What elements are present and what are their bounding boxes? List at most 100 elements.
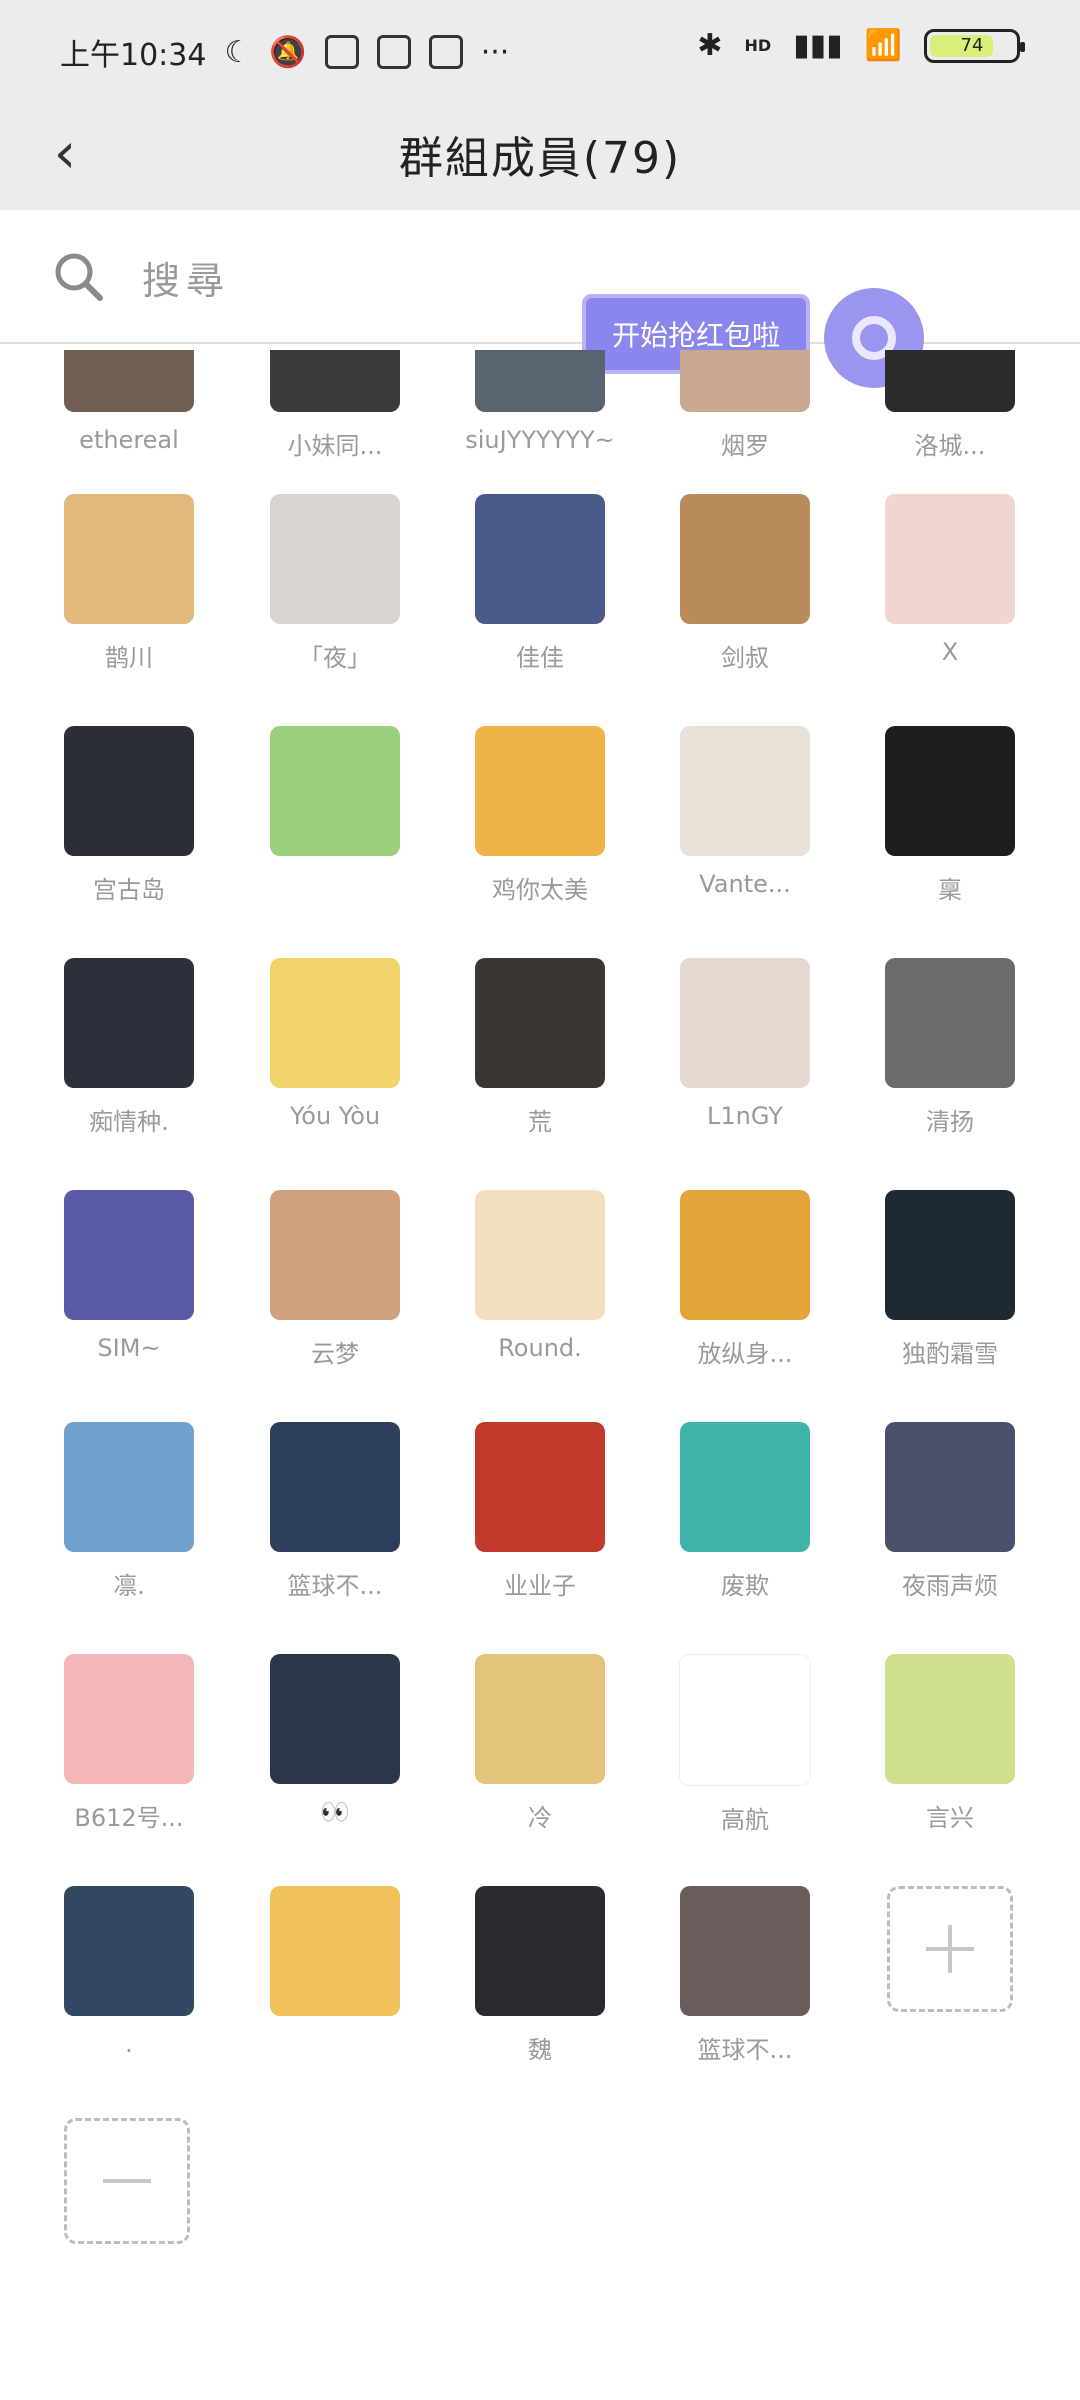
avatar xyxy=(64,1190,194,1320)
member-name: 洛城... xyxy=(914,432,986,460)
member-item[interactable] xyxy=(260,1886,410,2030)
avatar xyxy=(270,1422,400,1552)
signal-hd-label: HD xyxy=(744,36,772,55)
avatar xyxy=(475,726,605,856)
member-item[interactable]: 篮球不... xyxy=(260,1422,410,1601)
avatar xyxy=(270,1654,400,1784)
member-item[interactable]: 篮球不... xyxy=(670,1886,820,2065)
member-name: 高航 xyxy=(721,1806,769,1834)
app-notification-icon xyxy=(376,35,411,69)
member-name: 篮球不... xyxy=(697,2036,793,2064)
member-item[interactable]: 清扬 xyxy=(875,958,1025,1137)
remove-member-button[interactable] xyxy=(64,2118,190,2244)
member-item[interactable]: 凛. xyxy=(54,1422,204,1601)
member-item[interactable]: 荒 xyxy=(465,958,615,1137)
member-name: 「夜」 xyxy=(299,644,371,672)
avatar xyxy=(680,1886,810,2016)
avatar xyxy=(475,1422,605,1552)
search-icon xyxy=(55,253,103,301)
plus-icon xyxy=(926,1925,974,1973)
status-bar: 上午10:34 ☾ 🔕 ··· ✱ HD ▮▮▮ 📶 74 xyxy=(0,0,1080,100)
member-name: 废欺 xyxy=(721,1572,769,1600)
member-item[interactable]: 业业子 xyxy=(465,1422,615,1601)
member-item[interactable]: 稟 xyxy=(875,726,1025,905)
member-item[interactable]: 小妹同... xyxy=(260,350,410,461)
member-item[interactable]: B612号... xyxy=(54,1654,204,1833)
status-time: 上午10:34 xyxy=(60,38,207,73)
member-name: 清扬 xyxy=(926,1108,974,1136)
member-name: 凛. xyxy=(113,1572,145,1600)
member-item[interactable]: ethereal xyxy=(54,350,204,454)
member-name: 稟 xyxy=(938,876,962,904)
member-name: 鹊川 xyxy=(105,644,153,672)
avatar xyxy=(270,350,400,412)
avatar xyxy=(680,958,810,1088)
member-item[interactable]: Yóu Yòu xyxy=(260,958,410,1130)
member-item[interactable]: Round. xyxy=(465,1190,615,1362)
avatar xyxy=(64,726,194,856)
search-input[interactable]: 搜尋 xyxy=(142,250,230,305)
member-item[interactable]: 放纵身... xyxy=(670,1190,820,1369)
avatar xyxy=(680,350,810,412)
avatar xyxy=(680,494,810,624)
member-item[interactable]: 高航 xyxy=(670,1654,820,1835)
member-item[interactable]: 言兴 xyxy=(875,1654,1025,1833)
member-name: X xyxy=(941,638,959,666)
member-name: 云梦 xyxy=(311,1340,359,1368)
avatar xyxy=(270,1190,400,1320)
member-item[interactable]: 废欺 xyxy=(670,1422,820,1601)
avatar xyxy=(885,1190,1015,1320)
member-item[interactable]: 冷 xyxy=(465,1654,615,1833)
member-item[interactable]: 洛城... xyxy=(875,350,1025,461)
member-name: 业业子 xyxy=(504,1572,576,1600)
member-item[interactable]: 宫古岛 xyxy=(54,726,204,905)
avatar xyxy=(680,1190,810,1320)
member-name: 小妹同... xyxy=(287,432,383,460)
avatar xyxy=(885,494,1015,624)
member-item[interactable]: . xyxy=(54,1886,204,2058)
member-item[interactable]: 佳佳 xyxy=(465,494,615,673)
add-member-button[interactable] xyxy=(887,1886,1013,2012)
member-name: 冷 xyxy=(528,1804,552,1832)
avatar xyxy=(885,726,1015,856)
member-item[interactable]: Vante... xyxy=(670,726,820,898)
member-item[interactable]: 鹊川 xyxy=(54,494,204,673)
member-item[interactable]: 云梦 xyxy=(260,1190,410,1369)
member-name: B612号... xyxy=(74,1804,184,1832)
member-item[interactable] xyxy=(260,726,410,870)
member-name: 剑叔 xyxy=(721,644,769,672)
avatar xyxy=(475,350,605,412)
avatar xyxy=(64,350,194,412)
avatar xyxy=(475,1190,605,1320)
member-item[interactable]: 夜雨声烦 xyxy=(875,1422,1025,1601)
member-name: Yóu Yòu xyxy=(289,1102,381,1130)
member-item[interactable]: 👀 xyxy=(260,1654,410,1826)
avatar xyxy=(64,1886,194,2016)
member-item[interactable]: 剑叔 xyxy=(670,494,820,673)
member-item[interactable]: SIM~ xyxy=(54,1190,204,1362)
member-name: 篮球不... xyxy=(287,1572,383,1600)
avatar xyxy=(475,1886,605,2016)
avatar xyxy=(885,350,1015,412)
moon-icon: ☾ xyxy=(224,34,252,70)
member-item[interactable]: 烟罗 xyxy=(670,350,820,461)
member-item[interactable]: siuJYYYYYY~ xyxy=(465,350,615,454)
member-name: Round. xyxy=(498,1334,582,1362)
avatar xyxy=(679,1654,811,1786)
member-item[interactable]: 独酌霜雪 xyxy=(875,1190,1025,1369)
member-item[interactable]: 魏 xyxy=(465,1886,615,2065)
avatar xyxy=(270,494,400,624)
wifi-icon: 📶 xyxy=(864,28,902,63)
avatar xyxy=(64,958,194,1088)
member-item[interactable]: X xyxy=(875,494,1025,666)
avatar xyxy=(270,958,400,1088)
battery-level: 74 xyxy=(960,35,984,56)
member-item[interactable]: 「夜」 xyxy=(260,494,410,673)
avatar xyxy=(885,1654,1015,1784)
header: ‹ 群組成員(79) xyxy=(0,100,1080,210)
member-item[interactable]: L1nGY xyxy=(670,958,820,1130)
member-name: 痴情种. xyxy=(89,1108,169,1136)
member-item[interactable]: 痴情种. xyxy=(54,958,204,1137)
member-item[interactable]: 鸡你太美 xyxy=(465,726,615,905)
avatar xyxy=(885,958,1015,1088)
